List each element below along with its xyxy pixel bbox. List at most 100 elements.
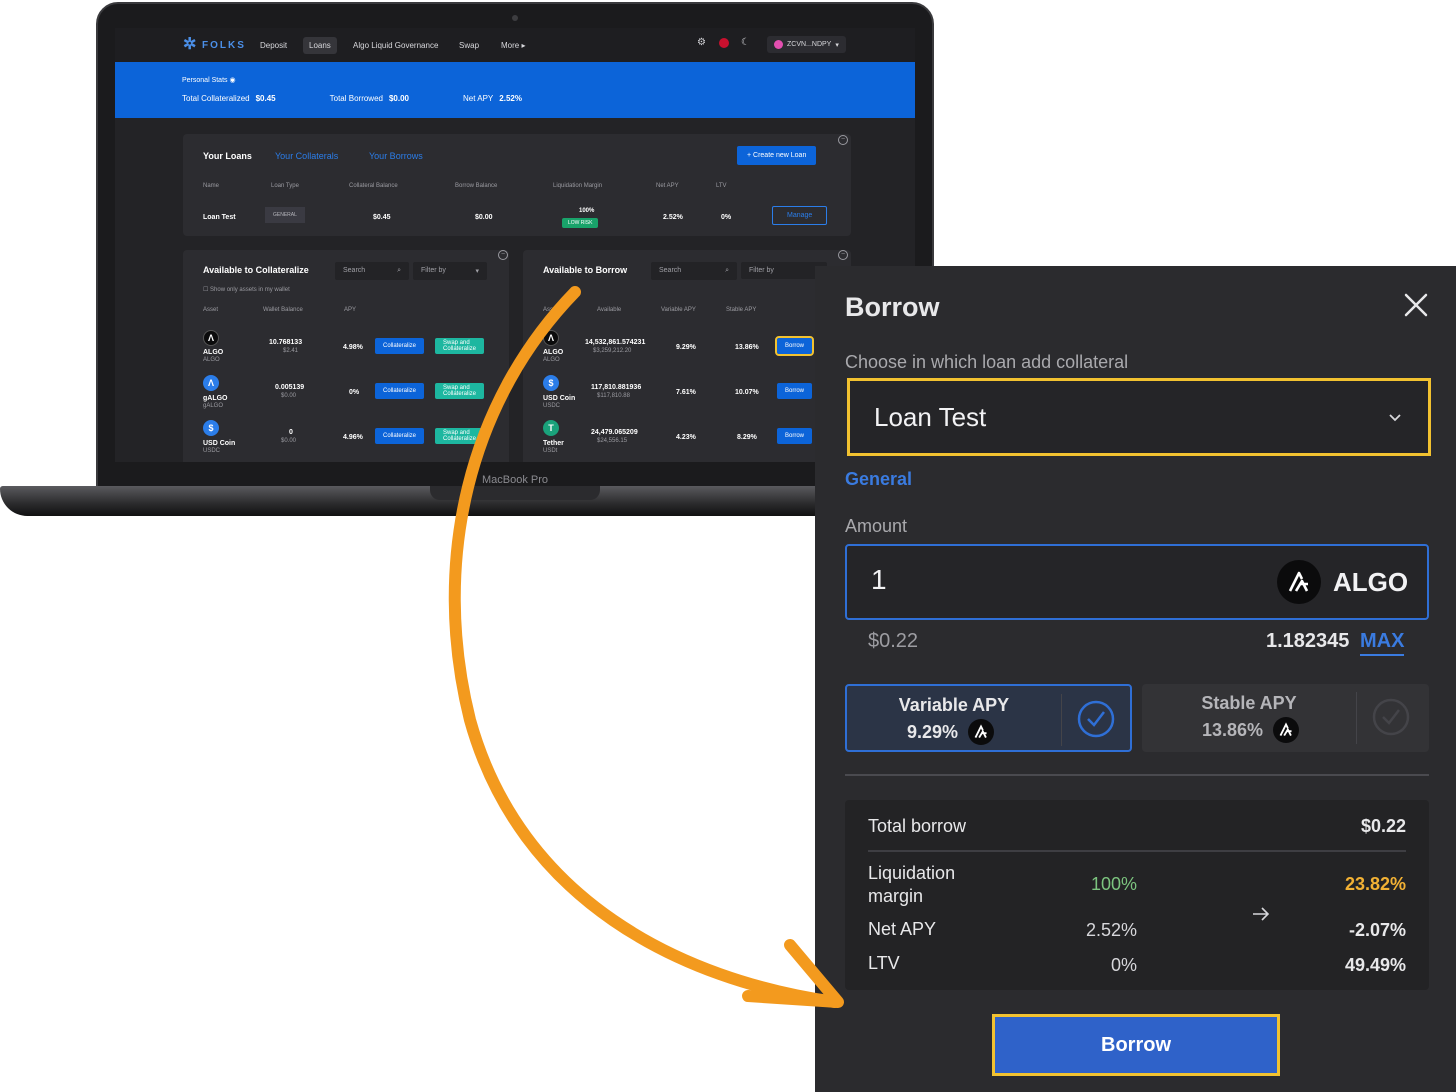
chevron-down-icon: ▾ xyxy=(835,41,839,49)
asset-name: USD Coin xyxy=(543,395,576,402)
flag-icon[interactable] xyxy=(719,38,729,48)
tether-icon: T xyxy=(543,420,559,436)
collapse-icon[interactable]: − xyxy=(838,135,848,145)
variable-apy-option[interactable]: Variable APY 9.29% xyxy=(845,684,1132,752)
borrow-button-usdt[interactable]: Borrow xyxy=(777,428,813,444)
stable-apy: 13.86% xyxy=(735,344,759,351)
liquidation-margin-new: 23.82% xyxy=(1344,874,1406,894)
arrow-right-icon xyxy=(1253,907,1270,921)
col-stable-apy[interactable]: Stable APY xyxy=(726,307,756,313)
moon-icon[interactable]: ☾ xyxy=(741,38,751,48)
col-net-apy[interactable]: Net APY xyxy=(656,183,679,189)
asset-name: USD Coin xyxy=(203,440,236,447)
gear-icon[interactable]: ⚙ xyxy=(697,38,707,48)
manage-button[interactable]: Manage xyxy=(772,206,828,225)
loan-type-label: General xyxy=(845,469,913,489)
col-loan-type[interactable]: Loan Type xyxy=(271,183,299,189)
variable-apy-label: Variable APY xyxy=(898,695,1010,715)
col-apy[interactable]: APY xyxy=(344,307,356,313)
nav-loans[interactable]: Loans xyxy=(303,37,337,54)
swap-and-collateralize-button[interactable]: Swap and Collateralize xyxy=(435,383,485,399)
loan-borrow: $0.00 xyxy=(475,214,493,221)
collapse-icon[interactable]: − xyxy=(838,250,848,260)
close-icon[interactable] xyxy=(1401,290,1431,320)
asset-symbol: gALGO xyxy=(203,403,224,409)
borrow-button-algo[interactable]: Borrow xyxy=(774,336,815,356)
collateralize-filter-select[interactable]: Filter by ▾ xyxy=(413,262,487,280)
loan-collateral: $0.45 xyxy=(373,214,391,221)
col-asset[interactable]: Asset xyxy=(203,307,218,313)
borrow-button-usdc[interactable]: Borrow xyxy=(777,383,813,399)
net-apy-current: 2.52% xyxy=(1085,920,1137,940)
algo-icon: Λ xyxy=(543,330,559,346)
col-variable-apy[interactable]: Variable APY xyxy=(661,307,696,313)
loan-ltv: 0% xyxy=(721,214,732,221)
amount-input[interactable]: 1 ALGO xyxy=(845,544,1429,620)
stable-apy-option[interactable]: Stable APY 13.86% xyxy=(1142,684,1429,752)
folks-logo[interactable]: ✲ FOLKS xyxy=(183,37,246,53)
tab-your-collaterals[interactable]: Your Collaterals xyxy=(275,151,338,161)
create-new-loan-button[interactable]: + Create new Loan xyxy=(737,146,817,165)
usdc-icon: $ xyxy=(543,375,559,391)
col-collateral-balance[interactable]: Collateral Balance xyxy=(349,183,398,189)
asset-symbol: ALGO xyxy=(543,357,560,363)
col-borrow-balance[interactable]: Borrow Balance xyxy=(455,183,497,189)
personal-stats-label: Personal Stats ◉ xyxy=(182,77,236,84)
asset-name: gALGO xyxy=(203,395,228,402)
collateralize-panel: Available to Collateralize Search ⌕ Filte… xyxy=(183,250,509,462)
token-symbol: ALGO xyxy=(1333,566,1409,597)
available-usd: $24,556.15 xyxy=(597,438,628,444)
liquidation-margin-current: 100% xyxy=(1090,874,1137,894)
laptop-notch xyxy=(430,486,600,500)
asset-apy: 0% xyxy=(349,389,360,396)
app-navbar: ✲ FOLKS Deposit Loans Algo Liquid Govern… xyxy=(115,28,915,62)
collateralize-title: Available to Collateralize xyxy=(203,265,309,275)
nav-deposit[interactable]: Deposit xyxy=(254,37,293,54)
borrow-list-panel: Available to Borrow Search ⌕ Filter by As… xyxy=(523,250,851,462)
nav-more[interactable]: More ▸ xyxy=(495,37,531,54)
collateralize-button[interactable]: Collateralize xyxy=(375,428,425,444)
borrow-search-input[interactable]: Search ⌕ xyxy=(651,262,737,280)
loans-panel: Your Loans Your Collaterals Your Borrows… xyxy=(183,134,851,236)
nav-algo-liquid-governance[interactable]: Algo Liquid Governance xyxy=(347,37,444,54)
col-name[interactable]: Name xyxy=(203,183,219,189)
wallet-avatar xyxy=(774,40,783,49)
stable-apy-value: 13.86% xyxy=(1202,719,1264,740)
swap-and-collateralize-button[interactable]: Swap and Collateralize xyxy=(435,338,485,354)
borrow-submit-button[interactable]: Borrow xyxy=(992,1014,1280,1076)
nav-utilities: ⚙ ☾ xyxy=(697,38,751,48)
modal-title: Borrow xyxy=(845,292,940,322)
wallet-button[interactable]: ZCVN...NDPY ▾ xyxy=(767,36,846,53)
algo-icon xyxy=(1277,560,1321,604)
stable-apy-value-wrap: 13.86% xyxy=(1202,717,1300,743)
liquidation-margin-label: Liquidation margin xyxy=(868,863,956,906)
galgo-icon: Λ xyxy=(203,375,219,391)
wallet-only-checkbox[interactable]: ☐ Show only assets in my wallet xyxy=(203,286,290,293)
collateralize-button[interactable]: Collateralize xyxy=(375,338,425,354)
selected-loan: Loan Test xyxy=(874,401,987,432)
stat-total-collateralized: Total Collateralized $0.45 xyxy=(182,94,276,103)
col-ltv[interactable]: LTV xyxy=(716,183,727,189)
token-selector: ALGO xyxy=(1277,560,1408,604)
nav-swap[interactable]: Swap xyxy=(453,37,485,54)
tab-your-borrows[interactable]: Your Borrows xyxy=(369,151,423,161)
col-asset[interactable]: Asset xyxy=(543,307,558,313)
collateralize-button[interactable]: Collateralize xyxy=(375,383,425,399)
amount-usd: $0.22 xyxy=(868,630,919,652)
swap-and-collateralize-button[interactable]: Swap and Collateralize xyxy=(435,428,485,444)
collapse-icon[interactable]: − xyxy=(498,250,508,260)
asset-name: Tether xyxy=(543,440,564,447)
tab-your-loans[interactable]: Your Loans xyxy=(203,151,252,161)
asset-name: ALGO xyxy=(543,349,564,356)
col-available[interactable]: Available xyxy=(597,307,621,313)
loan-select[interactable]: Loan Test xyxy=(847,378,1431,456)
max-button[interactable]: MAX xyxy=(1360,630,1405,656)
check-circle-icon xyxy=(1077,700,1115,738)
personal-stats-banner: Personal Stats ◉ Total Collateralized $0.… xyxy=(115,62,915,118)
collateralize-search-input[interactable]: Search ⌕ xyxy=(335,262,409,280)
col-wallet-balance[interactable]: Wallet Balance xyxy=(263,307,303,313)
available-amount: 117,810.881936 xyxy=(591,384,642,391)
col-liquidation-margin[interactable]: Liquidation Margin xyxy=(553,183,602,189)
borrow-modal: Borrow Choose in which loan add collater… xyxy=(815,266,1456,1092)
stat-net-apy: Net APY 2.52% xyxy=(463,94,522,103)
